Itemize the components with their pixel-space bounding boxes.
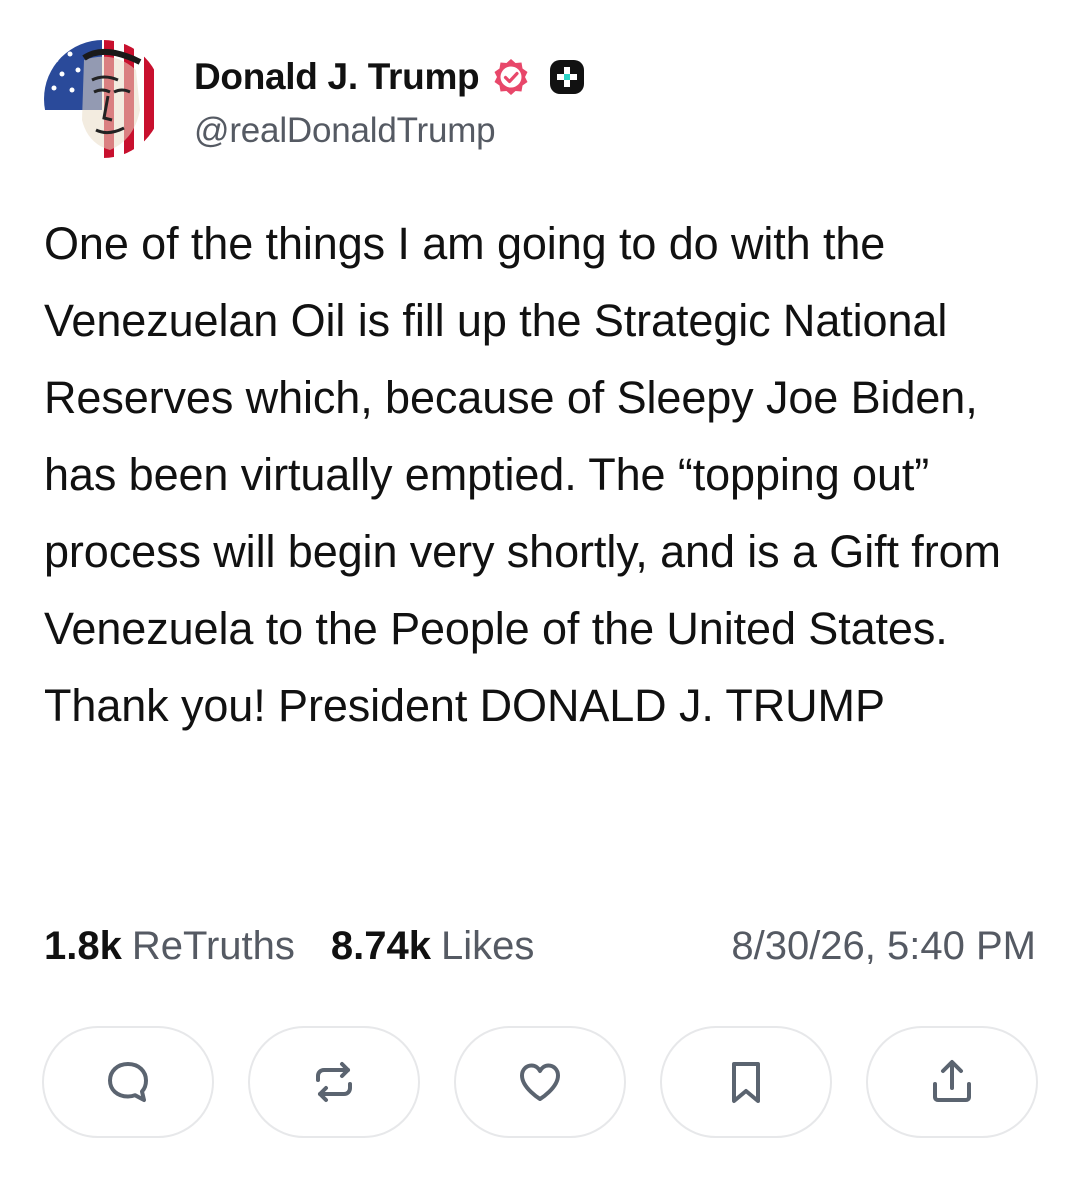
post-header: Donald J. Trump @realDonaldTrump [44,40,585,158]
likes-label: Likes [440,924,535,968]
verified-badge-icon [491,57,531,97]
retruth-button[interactable] [248,1026,420,1138]
post-text: One of the things I am going to do with … [44,218,1001,731]
retruths-label: ReTruths [131,924,295,968]
author-identity: Donald J. Trump @realDonaldTrump [194,49,585,151]
likes-stat[interactable]: 8.74k Likes [331,924,535,969]
share-icon [933,1060,971,1102]
like-icon [520,1063,560,1101]
bookmark-icon [732,1062,760,1103]
truth-plus-icon [549,59,585,95]
retruth-icon [316,1062,352,1102]
post-stats: 1.8k ReTruths 8.74k Likes 8/30/26, 5:40 PM [44,924,1036,969]
avatar-image [44,40,162,158]
post-timestamp: 8/30/26, 5:40 PM [731,924,1036,968]
retruths-stat[interactable]: 1.8k ReTruths [44,924,295,969]
handle[interactable]: @realDonaldTrump [194,111,585,151]
name-row: Donald J. Trump [194,49,585,105]
avatar[interactable] [44,40,162,158]
action-bar [42,1026,1038,1138]
share-button[interactable] [866,1026,1038,1138]
like-button[interactable] [454,1026,626,1138]
display-name[interactable]: Donald J. Trump [194,56,480,98]
bookmark-button[interactable] [660,1026,832,1138]
retruths-count: 1.8k [44,924,122,968]
reply-button[interactable] [42,1026,214,1138]
likes-count: 8.74k [330,924,431,968]
reply-icon [108,1062,148,1102]
